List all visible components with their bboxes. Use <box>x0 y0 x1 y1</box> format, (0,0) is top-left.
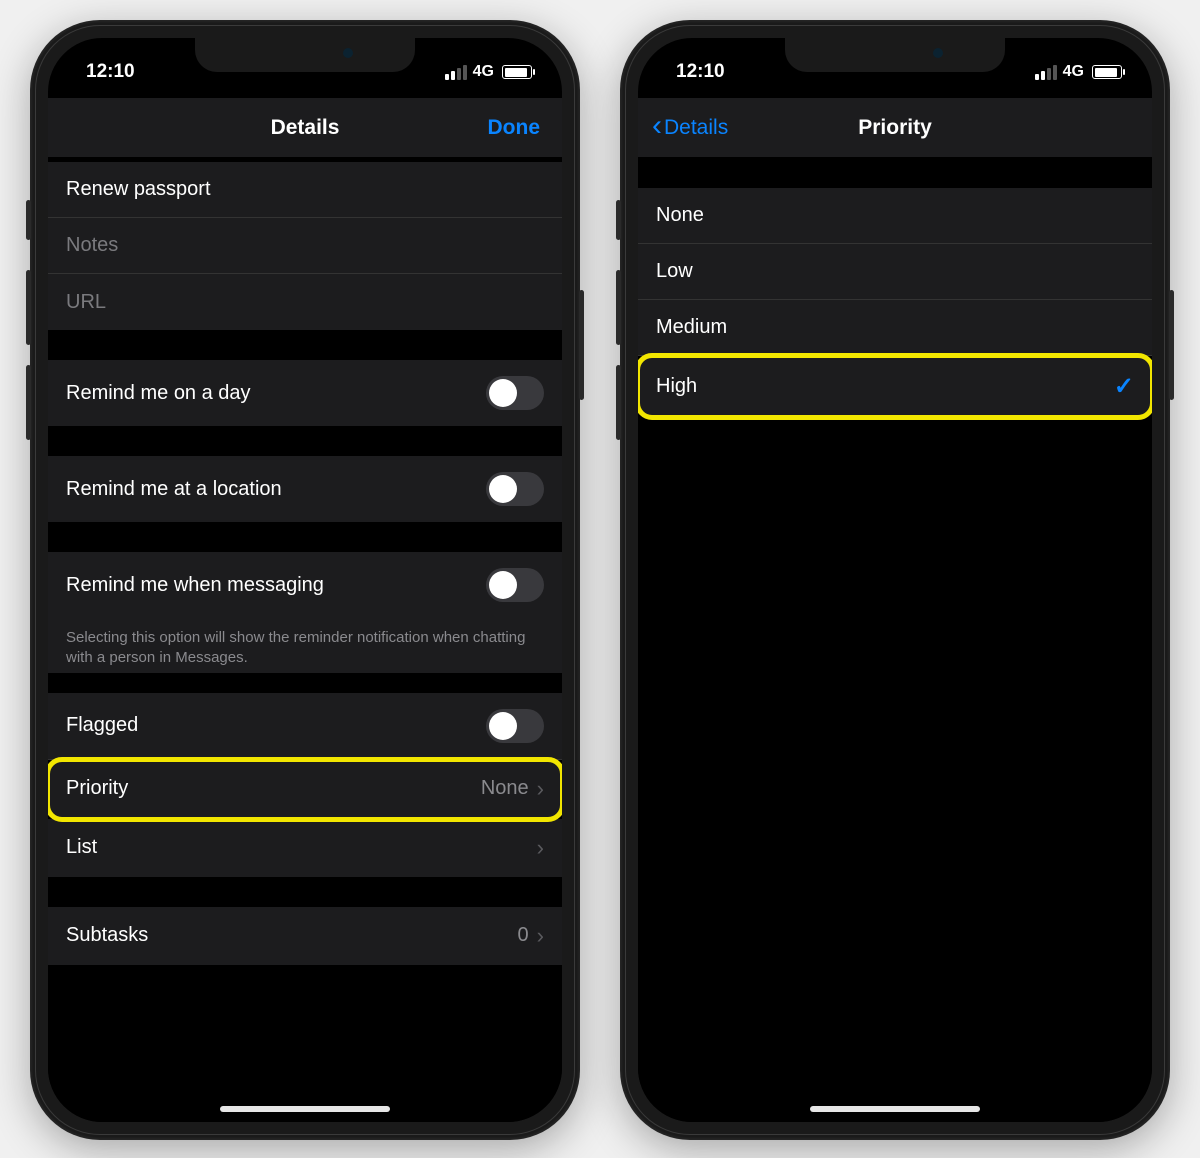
home-indicator[interactable] <box>810 1106 980 1112</box>
option-label: None <box>656 204 704 227</box>
subtasks-row[interactable]: Subtasks 0 › <box>48 907 562 965</box>
home-indicator[interactable] <box>220 1106 390 1112</box>
priority-label: Priority <box>66 777 128 800</box>
network-label: 4G <box>1063 63 1084 81</box>
phone-left: 12:10 4G Details Done Renew passport Not… <box>30 20 580 1140</box>
remind-messaging-row[interactable]: Remind me when messaging <box>48 552 562 618</box>
chevron-right-icon: › <box>537 923 544 949</box>
remind-messaging-label: Remind me when messaging <box>66 574 324 597</box>
nav-title: Priority <box>858 116 932 140</box>
chevron-right-icon: › <box>537 776 544 802</box>
subtasks-label: Subtasks <box>66 924 148 947</box>
url-placeholder: URL <box>66 291 106 314</box>
priority-content: None Low Medium High ✓ <box>638 158 1152 1122</box>
nav-bar: Details Done <box>48 98 562 158</box>
status-time: 12:10 <box>676 61 725 83</box>
details-content: Renew passport Notes URL Remind me on a … <box>48 158 562 1122</box>
priority-option-none[interactable]: None <box>638 188 1152 244</box>
remind-day-toggle[interactable] <box>486 376 544 410</box>
nav-title: Details <box>271 116 340 140</box>
back-button[interactable]: ‹ Details <box>652 116 728 140</box>
priority-row[interactable]: Priority None › <box>48 760 562 819</box>
done-button[interactable]: Done <box>488 116 541 140</box>
chevron-left-icon: ‹ <box>652 117 662 135</box>
priority-value: None <box>481 777 529 800</box>
status-time: 12:10 <box>86 61 135 83</box>
remind-location-toggle[interactable] <box>486 472 544 506</box>
notch <box>195 38 415 72</box>
reminder-title-text: Renew passport <box>66 178 211 201</box>
signal-icon <box>1035 65 1057 80</box>
nav-bar: ‹ Details Priority <box>638 98 1152 158</box>
battery-icon <box>502 65 532 79</box>
remind-day-row[interactable]: Remind me on a day <box>48 360 562 426</box>
battery-icon <box>1092 65 1122 79</box>
priority-option-high[interactable]: High ✓ <box>638 356 1152 417</box>
remind-messaging-toggle[interactable] <box>486 568 544 602</box>
notch <box>785 38 1005 72</box>
checkmark-icon: ✓ <box>1114 372 1134 401</box>
back-label: Details <box>664 116 728 140</box>
flagged-toggle[interactable] <box>486 709 544 743</box>
priority-option-low[interactable]: Low <box>638 244 1152 300</box>
list-label: List <box>66 836 97 859</box>
option-label: Medium <box>656 316 727 339</box>
messaging-footer-note: Selecting this option will show the remi… <box>48 618 562 673</box>
remind-location-label: Remind me at a location <box>66 478 282 501</box>
subtasks-count: 0 <box>518 924 529 947</box>
signal-icon <box>445 65 467 80</box>
option-label: Low <box>656 260 693 283</box>
notes-placeholder: Notes <box>66 234 118 257</box>
reminder-title-field[interactable]: Renew passport <box>48 162 562 218</box>
notes-field[interactable]: Notes <box>48 218 562 274</box>
chevron-right-icon: › <box>537 835 544 861</box>
list-row[interactable]: List › <box>48 819 562 877</box>
remind-day-label: Remind me on a day <box>66 382 251 405</box>
url-field[interactable]: URL <box>48 274 562 330</box>
flagged-label: Flagged <box>66 714 138 737</box>
priority-option-medium[interactable]: Medium <box>638 300 1152 356</box>
network-label: 4G <box>473 63 494 81</box>
phone-right: 12:10 4G ‹ Details Priority None Low <box>620 20 1170 1140</box>
option-label: High <box>656 375 697 398</box>
flagged-row[interactable]: Flagged <box>48 693 562 760</box>
remind-location-row[interactable]: Remind me at a location <box>48 456 562 522</box>
